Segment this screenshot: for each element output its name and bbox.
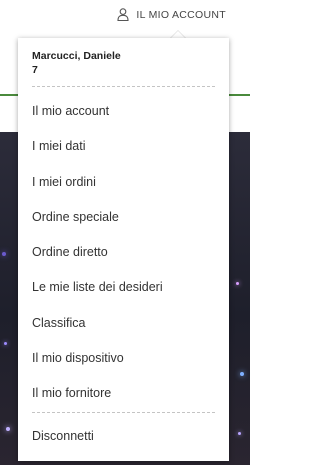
user-number: 7 — [32, 64, 38, 76]
divider — [32, 411, 215, 413]
menu-item-special-order[interactable]: Ordine speciale — [18, 200, 229, 235]
account-menu: Il mio account I miei dati I miei ordini… — [18, 87, 229, 412]
menu-item-ranking[interactable]: Classifica — [18, 306, 229, 341]
user-name: Marcucci, Daniele — [32, 50, 121, 62]
account-menu-toggle[interactable]: IL MIO ACCOUNT — [117, 8, 226, 21]
menu-item-wishlists[interactable]: Le mie liste dei desideri — [18, 270, 229, 305]
menu-item-my-orders[interactable]: I miei ordini — [18, 165, 229, 200]
account-dropdown: Marcucci, Daniele 7 Il mio account I mie… — [18, 38, 229, 461]
menu-item-my-supplier[interactable]: Il mio fornitore — [18, 376, 229, 411]
menu-item-my-account[interactable]: Il mio account — [18, 94, 229, 129]
user-info: Marcucci, Daniele 7 — [18, 38, 229, 86]
menu-item-my-data[interactable]: I miei dati — [18, 129, 229, 164]
account-label: IL MIO ACCOUNT — [136, 8, 226, 21]
menu-item-direct-order[interactable]: Ordine diretto — [18, 235, 229, 270]
logout-button[interactable]: Disconnetti — [18, 419, 229, 454]
menu-item-my-device[interactable]: Il mio dispositivo — [18, 341, 229, 376]
user-icon — [117, 8, 129, 21]
